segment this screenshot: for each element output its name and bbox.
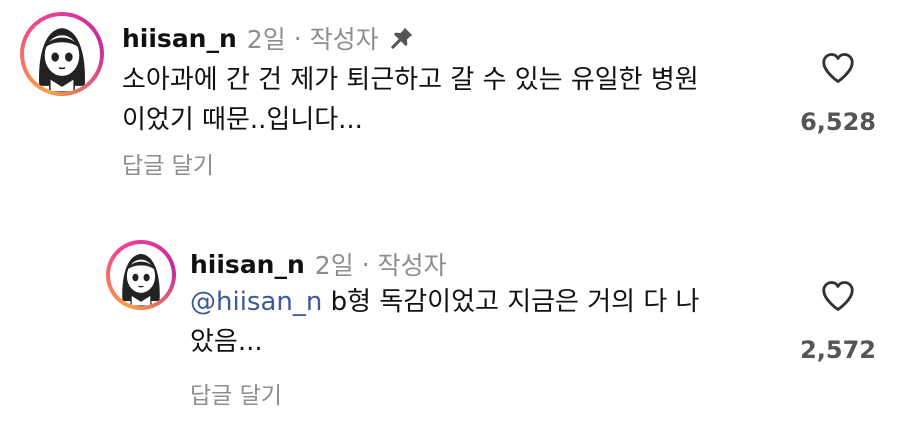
heart-outline-icon — [822, 53, 854, 83]
cartoon-girl-avatar-icon — [39, 28, 85, 92]
comment-text-line-2: 이었기 때문..입니다... — [122, 105, 363, 135]
author-tag: 작성자 — [377, 251, 447, 280]
comment-2: hiisan_n 2일 · 작성자 @hiisan_n b형 독감이었고 지금은… — [0, 200, 900, 436]
comment-1: hiisan_n 2일 · 작성자 소아과에 간 건 제가 퇴근하고 갈 수 있… — [0, 0, 900, 200]
like-count: 2,572 — [800, 336, 876, 364]
meta-separator: · — [361, 249, 370, 279]
avatar-image — [24, 16, 100, 92]
reply-button[interactable]: 답글 달기 — [122, 146, 214, 180]
comment-text-line-1: 소아과에 간 건 제가 퇴근하고 갈 수 있는 유일한 병원 — [122, 65, 699, 95]
comment-meta: hiisan_n 2일 · 작성자 — [190, 246, 447, 282]
cartoon-girl-avatar-icon — [122, 253, 160, 306]
author-tag: 작성자 — [309, 25, 379, 54]
comment-text-line-1: @hiisan_n b형 독감이었고 지금은 거의 다 나 — [190, 282, 699, 322]
pin-icon — [389, 25, 415, 51]
comment-text-line-1-rest: b형 독감이었고 지금은 거의 다 나 — [322, 287, 700, 317]
comment-meta: hiisan_n 2일 · 작성자 — [122, 20, 415, 56]
comment-text: 소아과에 간 건 제가 퇴근하고 갈 수 있는 유일한 병원 이었기 때문..입… — [122, 60, 699, 140]
mention-link[interactable]: @hiisan_n — [190, 287, 322, 317]
username[interactable]: hiisan_n — [122, 24, 237, 53]
like-count: 6,528 — [800, 108, 876, 136]
timestamp: 2일 — [314, 251, 354, 280]
comment-text: @hiisan_n b형 독감이었고 지금은 거의 다 나 았음... — [190, 282, 699, 362]
heart-outline-icon — [822, 281, 854, 311]
like-button[interactable] — [818, 50, 858, 86]
timestamp: 2일 — [246, 25, 286, 54]
meta-separator: · — [293, 23, 302, 53]
reply-button[interactable]: 답글 달기 — [190, 376, 282, 410]
like-button[interactable] — [818, 278, 858, 314]
avatar[interactable] — [106, 240, 176, 310]
avatar[interactable] — [20, 12, 104, 96]
username[interactable]: hiisan_n — [190, 250, 305, 279]
avatar-image — [110, 244, 172, 306]
comment-text-line-2: 았음... — [190, 327, 263, 357]
